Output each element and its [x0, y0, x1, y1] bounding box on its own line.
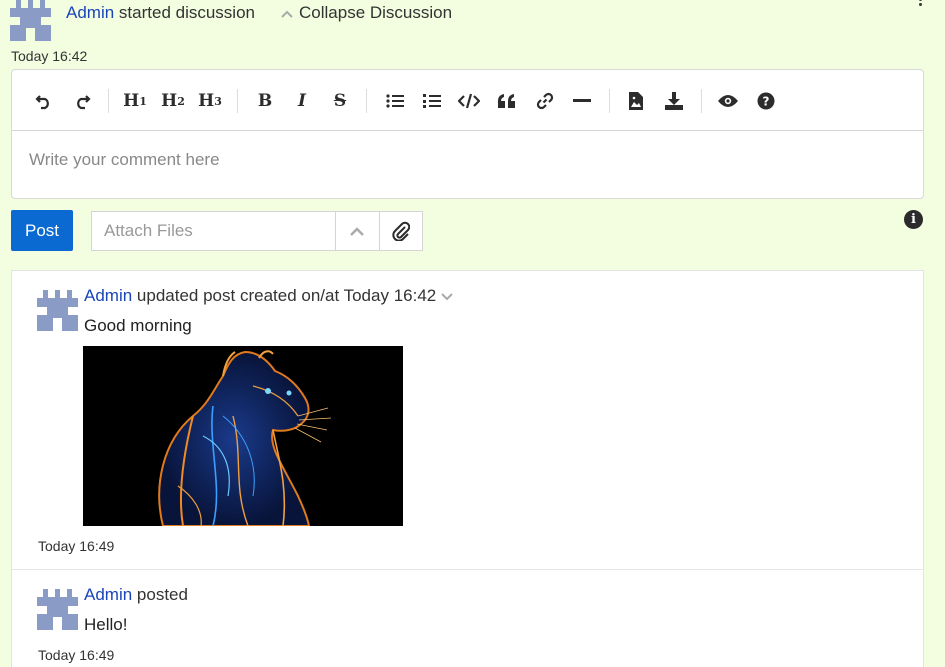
- post-body: Good morning: [84, 316, 192, 335]
- strikethrough-icon[interactable]: S: [327, 88, 353, 114]
- heading-2-icon[interactable]: H2: [160, 88, 186, 114]
- chevron-up-icon: [281, 6, 293, 21]
- avatar[interactable]: [37, 589, 78, 630]
- post-image[interactable]: [83, 346, 403, 527]
- heading-3-icon[interactable]: H3: [197, 88, 223, 114]
- discussion-feed: Admin updated post created on/at Today 1…: [11, 270, 924, 667]
- discussion-action-text: started discussion: [118, 3, 255, 22]
- italic-icon[interactable]: I: [289, 88, 315, 114]
- download-icon[interactable]: [661, 88, 687, 114]
- more-options-icon[interactable]: [919, 0, 923, 8]
- bullet-list-icon[interactable]: [382, 88, 408, 114]
- post-action: updated post created on/at Today 16:42: [136, 286, 437, 305]
- post-body: Hello!: [84, 615, 128, 634]
- quote-icon[interactable]: [494, 88, 520, 114]
- preview-eye-icon[interactable]: [715, 88, 741, 114]
- redo-icon[interactable]: [69, 88, 95, 114]
- upload-image-icon[interactable]: [623, 88, 649, 114]
- author-link[interactable]: Admin: [66, 3, 114, 23]
- code-icon[interactable]: [456, 88, 482, 114]
- comment-editor: H1 H2 H3 B I S ? Write your comment here: [11, 69, 924, 199]
- expand-attachments-button[interactable]: [335, 212, 379, 250]
- avatar[interactable]: [37, 290, 78, 331]
- collapse-discussion-link[interactable]: Collapse Discussion: [281, 3, 452, 23]
- discussion-header: Admin started discussion Collapse Discus…: [0, 0, 945, 64]
- svg-text:?: ?: [763, 95, 770, 109]
- comment-input[interactable]: [12, 132, 923, 198]
- post-timestamp: Today 16:49: [38, 647, 115, 663]
- author-link[interactable]: Admin: [84, 585, 132, 605]
- editor-toolbar: H1 H2 H3 B I S ?: [12, 70, 923, 131]
- attach-file-button[interactable]: [378, 212, 422, 250]
- collapse-discussion-label: Collapse Discussion: [299, 3, 453, 22]
- heading-1-icon[interactable]: H1: [122, 88, 148, 114]
- undo-icon[interactable]: [31, 88, 57, 114]
- post-timestamp: Today 16:49: [38, 538, 115, 554]
- help-icon[interactable]: ?: [753, 88, 779, 114]
- chevron-down-icon[interactable]: [441, 286, 453, 306]
- author-link[interactable]: Admin: [84, 286, 132, 306]
- chevron-up-icon: [350, 226, 365, 236]
- info-icon[interactable]: i: [904, 210, 923, 229]
- panther-image: [83, 346, 403, 527]
- discussion-timestamp: Today 16:42: [11, 48, 88, 64]
- paperclip-icon: [392, 221, 410, 241]
- post-button[interactable]: Post: [11, 210, 73, 251]
- link-icon[interactable]: [532, 88, 558, 114]
- attach-files-input[interactable]: [92, 212, 335, 250]
- list-item: Admin posted Hello! Today 16:49: [12, 570, 923, 667]
- bold-icon[interactable]: B: [252, 88, 278, 114]
- avatar[interactable]: [10, 0, 51, 41]
- numbered-list-icon[interactable]: [419, 88, 445, 114]
- horizontal-rule-icon[interactable]: [569, 88, 595, 114]
- post-action: posted: [136, 585, 188, 604]
- list-item: Admin updated post created on/at Today 1…: [12, 271, 923, 570]
- attach-files-control: [91, 211, 423, 251]
